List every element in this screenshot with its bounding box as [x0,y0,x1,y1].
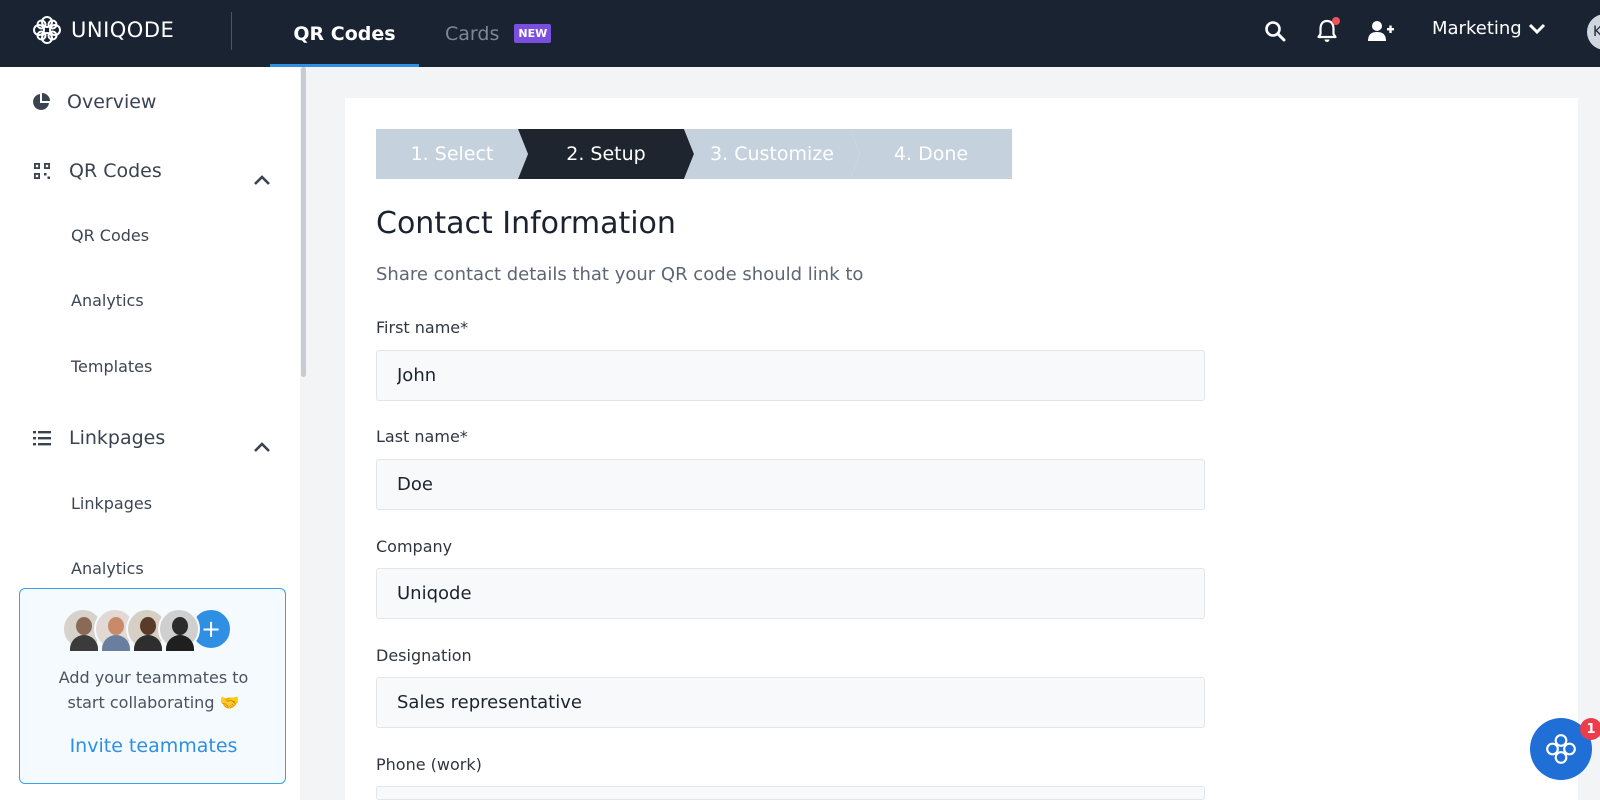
sidebar-group-qr-codes[interactable]: QR Codes [31,160,162,182]
invite-teammates-link[interactable]: Invite teammates [20,735,287,757]
sidebar-group-label: QR Codes [69,160,162,182]
sidebar-group-linkpages[interactable]: Linkpages [31,427,165,449]
step-customize[interactable]: 3. Customize [684,129,860,179]
last-name-input[interactable] [376,459,1205,510]
topbar-divider [231,12,232,50]
uniqode-logo-icon [33,16,61,44]
invite-description: Add your teammates to start collaboratin… [58,668,249,712]
sidebar-group-label: Linkpages [69,427,166,449]
designation-label: Designation [376,646,472,665]
qr-code-icon [34,163,50,179]
company-label: Company [376,537,453,556]
notification-bell-icon[interactable] [1314,17,1340,44]
list-icon [33,431,51,446]
workspace-name: Marketing [1432,18,1522,39]
workspace-dropdown[interactable]: Marketing [1432,18,1546,39]
chevron-up-icon[interactable] [252,438,272,458]
chat-logo-icon [1546,734,1576,764]
tab-qr-codes[interactable]: QR Codes [270,0,419,67]
sidebar-scrollbar[interactable] [301,67,306,377]
search-icon[interactable] [1262,18,1288,44]
user-avatar[interactable]: K [1587,14,1600,50]
designation-input[interactable] [376,677,1205,728]
step-done[interactable]: 4. Done [850,129,1012,179]
tab-cards[interactable]: Cards NEW [445,0,552,67]
logo-text: UNIQODE [71,18,175,42]
sidebar-item-qr-analytics[interactable]: Analytics [71,291,144,310]
chat-unread-badge: 1 [1580,718,1600,740]
invite-teammates-card: + Add your teammates to start collaborat… [19,588,286,784]
page-subtitle: Share contact details that your QR code … [376,264,864,285]
avatar [158,608,200,651]
notification-dot [1332,17,1340,25]
sidebar-item-label: Overview [67,91,157,113]
add-user-icon[interactable] [1366,18,1396,44]
chevron-up-icon[interactable] [252,171,272,191]
last-name-label: Last name* [376,427,468,446]
sidebar-item-templates[interactable]: Templates [71,357,152,376]
phone-work-label: Phone (work) [376,755,482,774]
tab-cards-label: Cards [445,22,500,45]
step-select[interactable]: 1. Select [376,129,528,179]
teammate-avatars: + [62,608,232,651]
company-input[interactable] [376,568,1205,619]
chevron-down-icon [1528,23,1545,34]
uniqode-logo[interactable]: UNIQODE [31,14,174,46]
sidebar-item-linkpages[interactable]: Linkpages [71,494,152,513]
sidebar-item-linkpages-analytics[interactable]: Analytics [71,559,144,578]
top-navigation-bar: UNIQODE QR Codes Cards NEW Marketing K [0,0,1600,67]
pie-chart-icon [33,93,50,110]
first-name-label: First name* [376,318,469,337]
first-name-input[interactable] [376,350,1205,401]
sidebar-item-qr-codes[interactable]: QR Codes [71,226,149,245]
phone-work-input[interactable] [376,786,1205,800]
sidebar-item-overview[interactable]: Overview [31,91,156,113]
page-title: Contact Information [376,206,676,241]
step-setup[interactable]: 2. Setup [518,129,694,179]
new-badge: NEW [514,24,552,43]
